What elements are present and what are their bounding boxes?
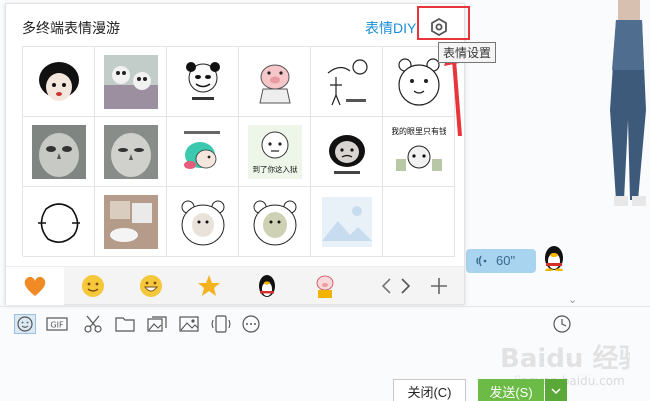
emoji-cell[interactable]: 到了你这入狱 <box>239 117 311 187</box>
settings-tooltip: 表情设置 <box>438 42 497 63</box>
person-figure <box>610 0 646 206</box>
chat-window: 60" 多终端表情漫游 表情DIY 到了你这入狱 我的眼里只有钱 表情设置 ⌄ … <box>0 0 650 401</box>
scissors-icon[interactable] <box>82 314 104 334</box>
qq-penguin-avatar[interactable] <box>543 243 565 271</box>
emoji-cell[interactable] <box>311 47 383 117</box>
chevron-right-icon[interactable] <box>396 276 414 296</box>
bear-meme-caption: 到了你这入狱 <box>252 164 297 174</box>
pig-icon <box>316 275 334 298</box>
owl-photo-sticker <box>31 124 86 179</box>
heart-icon <box>24 276 46 296</box>
tab-grin[interactable] <box>122 267 180 305</box>
emoji-cell[interactable] <box>95 117 167 187</box>
panda-meme-sticker <box>185 61 220 100</box>
bear-meme-sticker-3 <box>181 200 224 245</box>
image-icon[interactable] <box>178 314 200 334</box>
close-button[interactable]: 关闭(C) <box>393 379 466 401</box>
shake-icon[interactable] <box>210 314 232 334</box>
gif-icon[interactable]: GIF <box>46 314 68 334</box>
panda-money-sticker: 我的眼里只有钱 <box>392 126 446 171</box>
bear-meme-sticker: 到了你这入狱 <box>247 124 302 179</box>
emoji-tab-bar <box>6 266 464 305</box>
outline-blob-sticker <box>37 202 80 243</box>
sound-wave-icon <box>476 255 487 267</box>
emoji-cell[interactable] <box>95 187 167 257</box>
emoji-cell-empty <box>383 187 455 257</box>
emoji-cell[interactable] <box>239 47 311 117</box>
emoji-cell[interactable] <box>167 187 239 257</box>
penguin-icon <box>259 275 275 297</box>
panda-meme-sticker-2 <box>328 134 365 174</box>
emoji-cell[interactable] <box>167 117 239 187</box>
smile-icon <box>82 275 104 297</box>
tab-star[interactable] <box>180 267 238 305</box>
emoji-cell[interactable] <box>23 47 95 117</box>
panda-photo-sticker <box>103 54 158 109</box>
chevron-down-icon <box>551 388 561 395</box>
photo-collage-sticker <box>103 194 158 249</box>
stickman-face-sticker <box>38 61 79 101</box>
history-icon[interactable] <box>551 314 573 334</box>
emoji-cell[interactable] <box>311 187 383 257</box>
tab-pig[interactable] <box>296 267 354 305</box>
gif-label: GIF <box>50 321 64 330</box>
emoji-cell[interactable] <box>167 47 239 117</box>
teal-hair-cartoon-sticker <box>183 130 220 169</box>
photo-album-icon[interactable] <box>146 314 168 334</box>
emoji-cell[interactable] <box>239 187 311 257</box>
emoji-diy-link[interactable]: 表情DIY <box>365 18 416 38</box>
voice-message-bubble[interactable]: 60" <box>466 249 536 273</box>
owl-photo-sticker-2 <box>103 124 158 179</box>
toolbar-divider <box>0 306 650 307</box>
emoji-cell[interactable] <box>311 117 383 187</box>
send-button[interactable]: 发送(S) <box>478 379 544 401</box>
tab-penguin[interactable] <box>238 267 296 305</box>
image-placeholder-icon <box>321 196 372 247</box>
add-icon[interactable] <box>430 276 448 296</box>
stick-figure-sticker <box>327 58 368 105</box>
panel-title: 多终端表情漫游 <box>22 20 120 36</box>
emoji-panel: 多终端表情漫游 表情DIY 到了你这入狱 我的眼里只有钱 <box>5 3 465 305</box>
pink-pig-sticker <box>258 64 291 103</box>
send-options-button[interactable] <box>545 379 567 401</box>
folder-icon[interactable] <box>114 314 136 334</box>
star-icon <box>198 275 220 296</box>
emoji-cell[interactable] <box>23 187 95 257</box>
emoji-cell[interactable] <box>23 117 95 187</box>
collapse-icon[interactable]: ⌄ <box>568 293 577 306</box>
more-icon[interactable] <box>240 314 262 334</box>
emoji-icon[interactable] <box>14 314 36 334</box>
tab-smile[interactable] <box>64 267 122 305</box>
panda-money-caption: 我的眼里只有钱 <box>392 126 446 136</box>
tab-favorites[interactable] <box>6 267 64 305</box>
settings-highlight-box <box>417 6 470 40</box>
emoji-grid: 到了你这入狱 我的眼里只有钱 <box>22 46 455 257</box>
grin-icon <box>140 275 162 297</box>
bear-meme-sticker-4 <box>253 200 296 245</box>
chevron-left-icon[interactable] <box>378 276 396 296</box>
emoji-cell[interactable] <box>95 47 167 117</box>
watermark-logo-text: Baidu 经验 <box>500 343 630 374</box>
voice-duration: 60" <box>496 253 516 268</box>
